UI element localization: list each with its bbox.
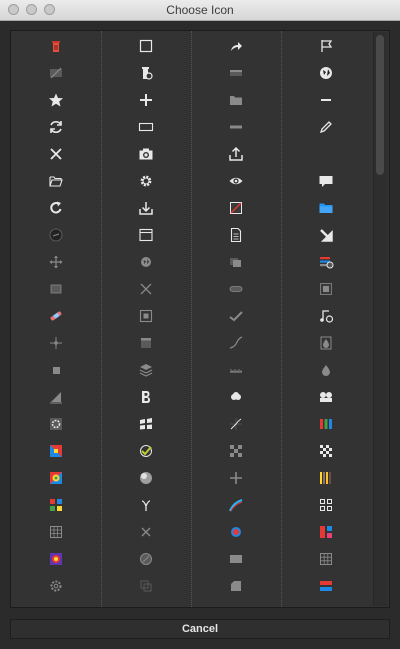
layers-icon[interactable] xyxy=(126,360,166,380)
curve-line-icon[interactable] xyxy=(216,333,256,353)
color-wheel-icon[interactable] xyxy=(36,468,76,488)
globe-small-icon[interactable] xyxy=(126,252,166,272)
download-tray-icon[interactable] xyxy=(126,198,166,218)
tile-gray-icon[interactable] xyxy=(216,63,256,83)
square-outline-icon[interactable] xyxy=(126,36,166,56)
folder-blue-icon[interactable] xyxy=(306,198,346,218)
stripes-icon[interactable] xyxy=(306,468,346,488)
drop-tile-icon[interactable] xyxy=(306,333,346,353)
camera-icon[interactable] xyxy=(126,144,166,164)
scrollbar-track[interactable] xyxy=(373,32,388,606)
circle-badge-icon[interactable] xyxy=(36,225,76,245)
cancel-button[interactable]: Cancel xyxy=(10,619,390,639)
grid-squares-icon[interactable] xyxy=(306,495,346,515)
window-title: Choose Icon xyxy=(166,3,234,17)
column-divider xyxy=(281,31,282,607)
music-gear-icon[interactable] xyxy=(306,306,346,326)
grid-cells-icon[interactable] xyxy=(36,522,76,542)
sphere-icon[interactable] xyxy=(126,468,166,488)
pill-tag-icon[interactable] xyxy=(216,279,256,299)
tile-plain-icon[interactable] xyxy=(126,333,166,353)
minus-icon[interactable] xyxy=(306,90,346,110)
star-icon[interactable] xyxy=(36,90,76,110)
window-outline-icon[interactable] xyxy=(126,225,166,245)
grid-tiles-icon[interactable] xyxy=(126,414,166,434)
gear-outline-icon[interactable] xyxy=(36,576,76,596)
layers-color-icon[interactable] xyxy=(306,252,346,272)
hand-stamp-icon[interactable] xyxy=(126,549,166,569)
trash-gear-icon[interactable] xyxy=(126,63,166,83)
red-dot-icon[interactable] xyxy=(216,522,256,542)
plus-icon[interactable] xyxy=(126,90,166,110)
tile-square-icon[interactable] xyxy=(306,279,346,299)
folder-open-icon[interactable] xyxy=(36,171,76,191)
mosaic-icon[interactable] xyxy=(216,441,256,461)
tile-stack-icon[interactable] xyxy=(216,252,256,272)
tile-small-icon[interactable] xyxy=(36,279,76,299)
reload-icon[interactable] xyxy=(36,198,76,218)
crosshair-icon[interactable] xyxy=(36,333,76,353)
table-grid-icon[interactable] xyxy=(306,549,346,569)
plus-gray-icon[interactable] xyxy=(216,468,256,488)
color-blocks-icon[interactable] xyxy=(36,495,76,515)
color-dots-icon[interactable] xyxy=(36,549,76,569)
x-mark-icon[interactable] xyxy=(126,522,166,542)
move-cross-icon[interactable] xyxy=(36,252,76,272)
share-arrow-icon[interactable] xyxy=(216,36,256,56)
crossed-square-icon[interactable] xyxy=(216,198,256,218)
plus-small-icon[interactable] xyxy=(216,603,256,607)
bar-chart-icon[interactable] xyxy=(36,387,76,407)
frame-icon[interactable] xyxy=(126,603,166,607)
pen-color-icon[interactable] xyxy=(36,306,76,326)
column-divider xyxy=(191,31,192,607)
pencil-icon[interactable] xyxy=(306,117,346,137)
eye-icon[interactable] xyxy=(216,171,256,191)
drop-icon[interactable] xyxy=(306,360,346,380)
checker-icon[interactable] xyxy=(306,441,346,461)
image-strike-icon[interactable] xyxy=(36,63,76,83)
color-bars-icon[interactable] xyxy=(306,576,346,596)
gear-tile-icon[interactable] xyxy=(36,414,76,434)
title-bar: Choose Icon xyxy=(0,0,400,21)
check-color-icon[interactable] xyxy=(126,441,166,461)
bold-b-icon[interactable] xyxy=(126,387,166,407)
icon-grid xyxy=(11,31,375,607)
cloud-group-icon[interactable] xyxy=(306,387,346,407)
color-tile-icon[interactable] xyxy=(36,441,76,461)
gear-icon[interactable] xyxy=(126,171,166,191)
tile-frame-icon[interactable] xyxy=(126,306,166,326)
curve-axes-icon[interactable] xyxy=(216,414,256,434)
small-square-icon[interactable] xyxy=(36,360,76,380)
spark-shape-icon[interactable] xyxy=(126,279,166,299)
gamma-icon[interactable] xyxy=(126,495,166,515)
choose-icon-window: Choose Icon Cancel xyxy=(0,0,400,649)
upload-tray-icon[interactable] xyxy=(216,144,256,164)
folder-icon[interactable] xyxy=(216,90,256,110)
icon-grid-panel xyxy=(10,30,390,608)
document-icon[interactable] xyxy=(216,225,256,245)
blue-curve-icon[interactable] xyxy=(216,495,256,515)
camera-tile-icon[interactable] xyxy=(306,144,346,164)
people-color-icon[interactable] xyxy=(306,414,346,434)
globe-icon[interactable] xyxy=(306,63,346,83)
red-blocks-icon[interactable] xyxy=(306,603,346,607)
close-x-icon[interactable] xyxy=(36,144,76,164)
scrollbar-thumb[interactable] xyxy=(376,35,384,175)
ruler-icon[interactable] xyxy=(216,360,256,380)
flag-outline-icon[interactable] xyxy=(306,36,346,56)
overlap-squares-icon[interactable] xyxy=(126,576,166,596)
square-small-icon[interactable] xyxy=(36,603,76,607)
dash-gray-icon[interactable] xyxy=(216,117,256,137)
column-divider xyxy=(101,31,102,607)
tab-shape-icon[interactable] xyxy=(216,576,256,596)
arrow-down-right-icon[interactable] xyxy=(306,225,346,245)
rectangle-gray-icon[interactable] xyxy=(216,549,256,569)
refresh-icon[interactable] xyxy=(36,117,76,137)
speech-bubble-icon[interactable] xyxy=(306,171,346,191)
sheep-icon[interactable] xyxy=(216,387,256,407)
color-mosaic-icon[interactable] xyxy=(306,522,346,542)
check-tile-icon[interactable] xyxy=(216,306,256,326)
trash-color-icon[interactable] xyxy=(36,36,76,56)
rectangle-outline-icon[interactable] xyxy=(126,117,166,137)
